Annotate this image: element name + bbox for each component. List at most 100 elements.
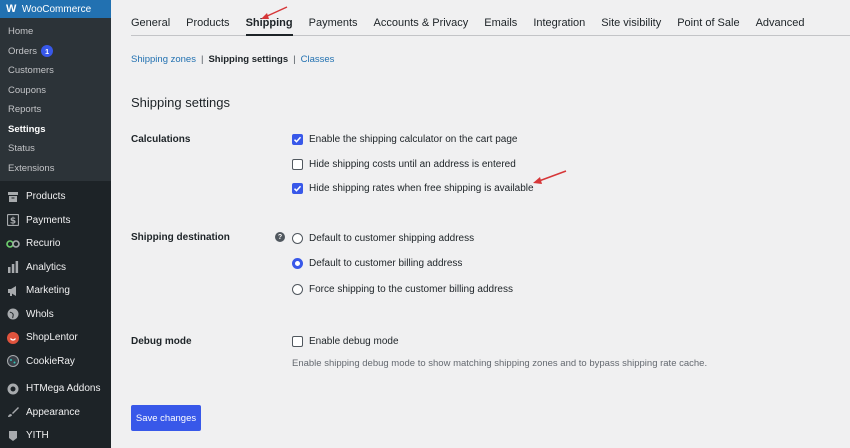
tab-advanced[interactable]: Advanced bbox=[756, 17, 805, 35]
menu-label: Whols bbox=[26, 308, 54, 320]
admin-menu: Products $ Payments Recurio Analytics Ma… bbox=[0, 181, 111, 448]
checkbox-label: Enable debug mode bbox=[309, 336, 399, 347]
orders-count-badge: 1 bbox=[41, 45, 54, 58]
menu-item-analytics[interactable]: Analytics bbox=[0, 256, 111, 280]
radio-unchecked[interactable] bbox=[292, 284, 303, 295]
checkbox-checked[interactable] bbox=[292, 134, 303, 145]
settings-tabs: General Products Shipping Payments Accou… bbox=[131, 0, 850, 36]
menu-label: YITH bbox=[26, 430, 49, 442]
radio-label: Default to customer shipping address bbox=[309, 233, 475, 244]
radio-unchecked[interactable] bbox=[292, 233, 303, 244]
menu-item-htmega-addons[interactable]: HTMega Addons bbox=[0, 377, 111, 401]
dest-option-billing-address[interactable]: Default to customer billing address bbox=[292, 258, 462, 269]
htmega-icon bbox=[6, 382, 20, 396]
menu-item-products[interactable]: Products bbox=[0, 185, 111, 209]
menu-label: Payments bbox=[26, 214, 71, 226]
tab-emails[interactable]: Emails bbox=[484, 17, 517, 35]
archive-icon bbox=[6, 190, 20, 204]
bar-chart-icon bbox=[6, 260, 20, 274]
submenu-item-settings[interactable]: Settings bbox=[0, 120, 111, 140]
menu-label: Analytics bbox=[26, 261, 67, 273]
debug-option[interactable]: Enable debug mode bbox=[292, 336, 399, 347]
subnav-separator: | bbox=[200, 54, 204, 65]
subnav-shipping-zones[interactable]: Shipping zones bbox=[131, 54, 196, 65]
help-tip-icon[interactable]: ? bbox=[275, 232, 285, 242]
calc-option-shipping-calculator[interactable]: Enable the shipping calculator on the ca… bbox=[292, 134, 517, 145]
woocommerce-menu-label: WooCommerce bbox=[21, 3, 92, 15]
calc-option-hide-costs[interactable]: Hide shipping costs until an address is … bbox=[292, 159, 516, 170]
tab-payments[interactable]: Payments bbox=[309, 17, 358, 35]
tab-site-visibility[interactable]: Site visibility bbox=[601, 17, 661, 35]
submenu-label: Settings bbox=[8, 123, 46, 135]
checkbox-unchecked[interactable] bbox=[292, 336, 303, 347]
menu-item-payments[interactable]: $ Payments bbox=[0, 209, 111, 233]
admin-sidebar: W WooCommerce Home Orders 1 Customers Cou… bbox=[0, 0, 111, 448]
svg-text:$: $ bbox=[10, 217, 16, 227]
submenu-label: Coupons bbox=[8, 84, 47, 96]
submenu-item-status[interactable]: Status bbox=[0, 139, 111, 159]
save-changes-button[interactable]: Save changes bbox=[131, 405, 201, 431]
radio-label: Force shipping to the customer billing a… bbox=[309, 284, 513, 295]
woocommerce-menu-header[interactable]: W WooCommerce bbox=[0, 0, 111, 18]
radio-checked[interactable] bbox=[292, 258, 303, 269]
tab-general[interactable]: General bbox=[131, 17, 170, 35]
submenu-item-orders[interactable]: Orders 1 bbox=[0, 42, 111, 62]
woocommerce-logo-icon: W bbox=[6, 3, 16, 15]
calc-option-hide-rates[interactable]: Hide shipping rates when free shipping i… bbox=[292, 183, 534, 194]
checkbox-label: Enable the shipping calculator on the ca… bbox=[309, 134, 518, 145]
submenu-label: Reports bbox=[8, 104, 42, 116]
tab-accounts-privacy[interactable]: Accounts & Privacy bbox=[374, 17, 469, 35]
menu-item-yith[interactable]: YITH bbox=[0, 424, 111, 448]
tab-point-of-sale[interactable]: Point of Sale bbox=[677, 17, 739, 35]
menu-label: Recurio bbox=[26, 238, 61, 250]
submenu-label: Customers bbox=[8, 65, 54, 77]
submenu-item-extensions[interactable]: Extensions bbox=[0, 159, 111, 179]
submenu-label: Orders bbox=[8, 45, 38, 57]
subnav-classes[interactable]: Classes bbox=[301, 54, 335, 65]
submenu-item-reports[interactable]: Reports bbox=[0, 100, 111, 120]
annotation-arrow-icon bbox=[261, 6, 288, 19]
globe-icon bbox=[6, 307, 20, 321]
debug-mode-label: Debug mode bbox=[131, 336, 192, 347]
menu-item-appearance[interactable]: Appearance bbox=[0, 401, 111, 425]
shipping-subnav: Shipping zones | Shipping settings | Cla… bbox=[131, 54, 334, 65]
settings-main: General Products Shipping Payments Accou… bbox=[111, 0, 850, 448]
submenu-item-home[interactable]: Home bbox=[0, 22, 111, 42]
menu-label: Appearance bbox=[26, 406, 80, 418]
dollar-icon: $ bbox=[6, 213, 20, 227]
submenu-item-coupons[interactable]: Coupons bbox=[0, 81, 111, 101]
radio-label: Default to customer billing address bbox=[309, 258, 463, 269]
menu-item-whols[interactable]: Whols bbox=[0, 303, 111, 327]
debug-description: Enable shipping debug mode to show match… bbox=[292, 358, 708, 369]
dest-option-force-billing[interactable]: Force shipping to the customer billing a… bbox=[292, 284, 513, 295]
submenu-label: Extensions bbox=[8, 162, 55, 174]
subnav-shipping-settings[interactable]: Shipping settings bbox=[208, 54, 288, 65]
subnav-separator: | bbox=[293, 54, 296, 65]
menu-item-shoplentor[interactable]: ShopLentor bbox=[0, 326, 111, 350]
infinity-icon bbox=[6, 237, 20, 251]
menu-item-marketing[interactable]: Marketing bbox=[0, 279, 111, 303]
menu-label: HTMega Addons bbox=[26, 383, 101, 395]
checkbox-checked[interactable] bbox=[292, 183, 303, 194]
shoplentor-icon bbox=[6, 331, 20, 345]
yith-icon bbox=[6, 429, 20, 443]
dest-option-shipping-address[interactable]: Default to customer shipping address bbox=[292, 233, 474, 244]
tab-products[interactable]: Products bbox=[186, 17, 229, 35]
checkbox-unchecked[interactable] bbox=[292, 159, 303, 170]
shipping-destination-label: Shipping destination bbox=[131, 232, 230, 243]
checkbox-label: Hide shipping costs until an address is … bbox=[309, 159, 516, 170]
menu-label: ShopLentor bbox=[26, 332, 78, 344]
megaphone-icon bbox=[6, 284, 20, 298]
submenu-item-customers[interactable]: Customers bbox=[0, 61, 111, 81]
menu-item-recurio[interactable]: Recurio bbox=[0, 232, 111, 256]
menu-label: Products bbox=[26, 191, 66, 203]
menu-item-cookieray[interactable]: CookieRay bbox=[0, 350, 111, 374]
tab-integration[interactable]: Integration bbox=[533, 17, 585, 35]
submenu-label: Status bbox=[8, 143, 35, 155]
woocommerce-submenu: Home Orders 1 Customers Coupons Reports S… bbox=[0, 18, 111, 181]
menu-label: Marketing bbox=[26, 285, 70, 297]
page-title: Shipping settings bbox=[131, 95, 231, 110]
calculations-label: Calculations bbox=[131, 134, 191, 145]
cookie-icon bbox=[6, 354, 20, 368]
paintbrush-icon bbox=[6, 405, 20, 419]
